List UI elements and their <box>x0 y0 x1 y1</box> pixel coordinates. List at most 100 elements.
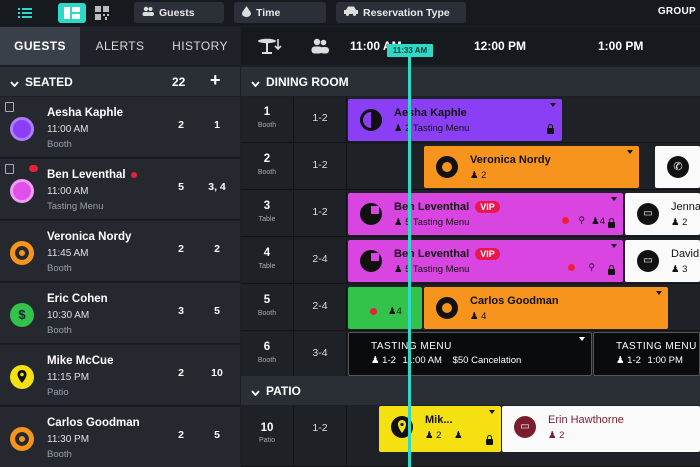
ring-icon <box>436 156 458 178</box>
guest-name: Veronica Nordy <box>47 231 132 243</box>
reservation-details: ♟ 4 <box>470 311 486 322</box>
reservation-block[interactable]: Carlos Goodman ♟ 4 <box>424 287 668 329</box>
reservation-covers: 2 <box>481 170 487 181</box>
add-icon[interactable]: + <box>210 70 221 91</box>
ring-icon <box>436 297 458 319</box>
chevron-down-icon <box>251 76 260 90</box>
list-view-icon[interactable] <box>14 3 36 23</box>
table-capacity: 3-4 <box>312 347 328 359</box>
table-type: Booth <box>257 310 277 317</box>
tasting-covers: 1-2 <box>627 355 641 366</box>
party-count: 4 <box>396 306 402 317</box>
tasting-price: $50 Cancelation <box>452 355 522 366</box>
reservation-covers: 4 <box>481 311 487 322</box>
dropdown-icon[interactable] <box>656 291 662 295</box>
qr-view-icon[interactable] <box>92 3 112 23</box>
dropdown-icon[interactable] <box>627 150 633 154</box>
dropdown-icon[interactable] <box>579 337 585 341</box>
guest-row[interactable]: Carlos Goodman 11:30 PM Booth 2 5 <box>0 407 240 467</box>
reservation-name: Jenna <box>671 201 700 213</box>
book-icon: ▭ <box>637 250 659 272</box>
table-icon[interactable] <box>257 37 283 62</box>
group-button[interactable]: GROUP <box>658 6 696 17</box>
guest-covers: 5 <box>178 181 184 193</box>
time-filter-label: Time <box>256 6 281 19</box>
tab-guests[interactable]: GUESTS <box>0 27 80 65</box>
pie-icon <box>360 250 382 272</box>
table-row: 1 Booth 1-2 Aesha Kaphle ♟ 2 Tasting Men… <box>241 97 700 143</box>
table-type: Booth <box>257 169 277 176</box>
reservation-details: ♟ 2 Tasting Menu <box>394 123 469 134</box>
table-type: Patio <box>259 437 275 444</box>
chevron-down-icon <box>251 385 260 399</box>
table-number: 5 <box>263 294 271 306</box>
guest-subtitle: Booth <box>47 139 72 150</box>
drop-icon <box>242 5 251 20</box>
party-size-icon[interactable] <box>311 38 329 59</box>
patio-section-header[interactable]: PATIO <box>241 376 700 405</box>
seated-section-header[interactable]: SEATED 22 + <box>0 67 240 96</box>
person-icon: ♟ <box>616 355 628 366</box>
reservation-type-filter[interactable]: Reservation Type <box>336 2 466 23</box>
party-count: 4 <box>599 216 605 227</box>
table-number: 6 <box>263 341 271 353</box>
reservation-block[interactable]: ▭ Jenna ♟ 2 <box>625 193 700 235</box>
divider <box>346 406 347 467</box>
reservation-name: Veronica Nordy <box>470 154 551 166</box>
grid-view-icon[interactable] <box>58 3 86 23</box>
dropdown-icon[interactable] <box>611 197 617 201</box>
divider <box>346 191 347 237</box>
reservation-note: Tasting Menu <box>412 264 470 275</box>
left-panel-tabs: GUESTS ALERTS HISTORY <box>0 27 240 65</box>
table-row: 3 Table 1-2 Ben Leventhal VIP ♟ 5 Tasting… <box>241 191 700 237</box>
guest-row[interactable]: Mike McCue 11:15 PM Patio 2 10 <box>0 345 240 406</box>
guest-row[interactable]: $ Eric Cohen 10:30 AM Booth 3 5 <box>0 283 240 344</box>
reservation-covers: 2 <box>682 217 688 228</box>
dining-room-section-header[interactable]: DINING ROOM <box>241 67 700 96</box>
guest-name-wrap: Ben Leventhal <box>47 169 137 181</box>
guest-row[interactable]: Aesha Kaphle 11:00 AM Booth 2 1 <box>0 97 240 158</box>
reservation-block[interactable]: ✆ <box>655 146 700 188</box>
table-type: Booth <box>257 122 277 129</box>
guest-subtitle: Booth <box>47 449 72 460</box>
reservation-details: ♟ 5 Tasting Menu <box>394 264 469 275</box>
tasting-menu-block[interactable]: TASTING MENU ♟ 1-2 1:00 PM <box>593 332 700 376</box>
tab-alerts[interactable]: ALERTS <box>80 27 160 65</box>
time-filter[interactable]: Time <box>234 2 326 23</box>
guest-row[interactable]: Veronica Nordy 11:45 AM Booth 2 2 <box>0 221 240 282</box>
guests-filter[interactable]: Guests <box>134 2 224 23</box>
tasting-menu-title: TASTING MENU <box>616 341 697 352</box>
table-row: 4 Table 2-4 Ben Leventhal VIP ♟ 5 Tasting… <box>241 238 700 284</box>
person-icon: ♟ <box>394 217 406 228</box>
reservation-block[interactable]: ▭ Erin Hawthorne ♟ 2 <box>502 406 700 452</box>
reservation-details: ♟ 2 <box>671 217 687 228</box>
divider <box>293 406 294 467</box>
wine-glass-icon: ⚲ <box>578 215 585 225</box>
reservation-block[interactable]: ▭ David ♟ 3 <box>625 240 700 282</box>
reservation-block[interactable]: Veronica Nordy ♟ 2 <box>424 146 639 188</box>
lock-icon <box>608 265 615 275</box>
person-icon: ♟ <box>454 430 463 441</box>
table-type: Table <box>258 263 276 270</box>
party-count-icon: ♟4 <box>591 216 605 227</box>
tasting-menu-details: ♟ 1-2 11:00 AM $50 Cancelation <box>371 355 521 366</box>
guest-row[interactable]: Ben Leventhal 11:00 AM Tasting Menu 5 3,… <box>0 159 240 220</box>
location-pin-icon <box>10 365 34 389</box>
current-time-line <box>408 57 411 467</box>
reservation-block[interactable]: Ben LeventhalVIP ♟ 5 Tasting Menu ⚲ ♟4 <box>348 193 623 235</box>
table-row: 2 Booth 1-2 Veronica Nordy ♟ 2 ✆ <box>241 144 700 190</box>
dropdown-icon[interactable] <box>611 244 617 248</box>
guest-name: Aesha Kaphle <box>47 107 124 119</box>
tasting-menu-block[interactable]: TASTING MENU ♟ 1-2 11:00 AM $50 Cancelat… <box>348 332 592 376</box>
reservation-block[interactable]: Mik... ♟ 2 ♟ <box>379 406 501 452</box>
tab-history[interactable]: HISTORY <box>160 27 240 65</box>
seated-label: SEATED <box>25 75 73 89</box>
dropdown-icon[interactable] <box>489 410 495 414</box>
divider <box>346 144 347 190</box>
top-toolbar: Guests Time Reservation Type GROUP <box>0 0 700 26</box>
dropdown-icon[interactable] <box>550 103 556 107</box>
person-icon: ♟ <box>470 311 482 322</box>
reservation-block[interactable]: Aesha Kaphle ♟ 2 Tasting Menu <box>348 99 562 141</box>
people-icon <box>142 6 154 19</box>
reservation-block[interactable]: Ben Leventhal VIP ♟ 5 Tasting Menu ⚲ <box>348 240 623 282</box>
